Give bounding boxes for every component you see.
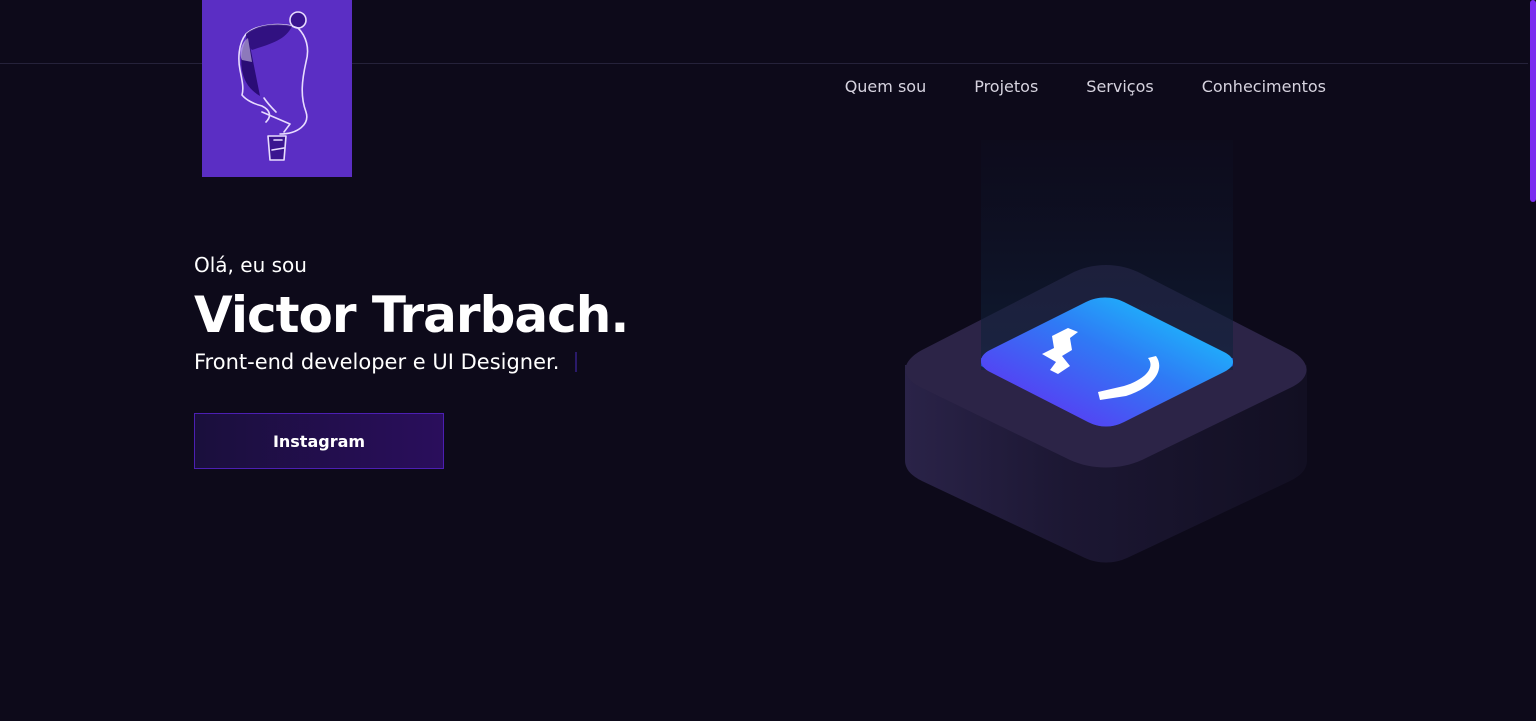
logo[interactable] xyxy=(202,0,352,177)
main-nav: Quem sou Projetos Serviços Conhecimentos xyxy=(845,77,1326,96)
nav-item-projetos[interactable]: Projetos xyxy=(974,77,1038,96)
hero-subtitle-line: Front-end developer e UI Designer. xyxy=(194,346,628,378)
instagram-button[interactable]: Instagram xyxy=(194,413,444,469)
portrait-illustration-icon xyxy=(238,11,309,161)
scrollbar-thumb[interactable] xyxy=(1530,0,1536,202)
nav-item-servicos[interactable]: Serviços xyxy=(1086,77,1153,96)
curly-braces-icon xyxy=(905,140,1307,563)
hero-name: Victor Trarbach. xyxy=(194,286,629,344)
nav-item-quem-sou[interactable]: Quem sou xyxy=(845,77,927,96)
hero-subtitle: Front-end developer e UI Designer. xyxy=(194,350,560,374)
nav-item-conhecimentos[interactable]: Conhecimentos xyxy=(1202,77,1326,96)
page: Quem sou Projetos Serviços Conhecimentos… xyxy=(0,0,1536,721)
hero-greeting: Olá, eu sou xyxy=(194,253,307,277)
hero-section: Olá, eu sou Victor Trarbach. Front-end d… xyxy=(194,250,629,378)
typing-cursor xyxy=(575,352,578,372)
hero-illustration xyxy=(890,130,1320,579)
